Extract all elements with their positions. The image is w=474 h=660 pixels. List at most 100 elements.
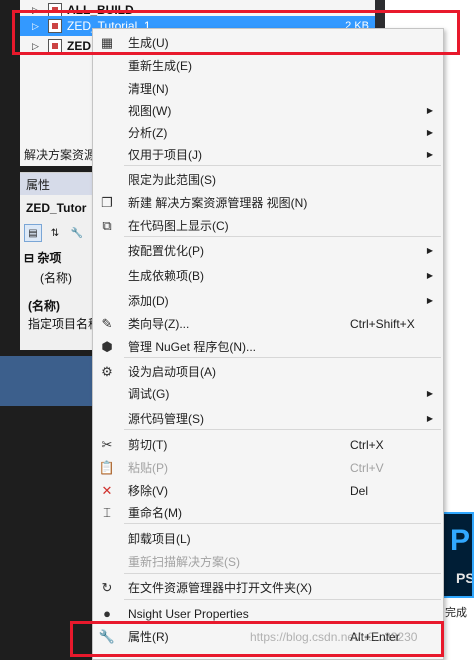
submenu-arrow-icon: ▶ [426, 389, 433, 398]
project-icon [48, 19, 62, 33]
menu-item-0[interactable]: ▦ 生成(U) [93, 31, 443, 54]
submenu-arrow-icon: ▶ [426, 414, 433, 423]
menu-item-18: 📋 粘贴(P) Ctrl+V [93, 456, 443, 479]
menu-item-label: 源代码管理(S) [128, 412, 204, 426]
menu-item-20[interactable]: ⌶ 重命名(M) [93, 501, 443, 524]
menu-item-label: 重新生成(E) [128, 59, 192, 73]
menu-item-8[interactable]: ⧉ 在代码图上显示(C) [93, 214, 443, 237]
menu-item-label: 设为启动项目(A) [128, 365, 216, 379]
menu-item-19[interactable]: ✕ 移除(V) Del [93, 479, 443, 502]
expand-arrow-icon[interactable]: ▷ [32, 21, 42, 32]
menu-item-label: 分析(Z) [128, 126, 168, 140]
menu-item-9[interactable]: 按配置优化(P) ▶ [93, 239, 443, 262]
refresh-arrow-icon: ↻ [101, 579, 113, 595]
properties-panel: 属性 ZED_Tutor ▤ ⇅ 🔧 ⊟ 杂项 (名称) (名称) 指定项目名称 [20, 172, 100, 350]
menu-item-label: 卸载项目(L) [128, 532, 191, 546]
menu-item-label: 重命名(M) [128, 506, 182, 520]
menu-item-shortcut: Ctrl+X [350, 437, 384, 452]
property-description-title: (名称) [28, 299, 60, 313]
properties-title: 属性 [20, 173, 95, 195]
paste-icon: 📋 [98, 459, 116, 475]
menu-item-label: 新建 解决方案资源管理器 视图(N) [128, 196, 308, 210]
submenu-arrow-icon: ▶ [426, 271, 433, 280]
context-menu: ▦ 生成(U) 重新生成(E) 清理(N) 视图(W) ▶ 分析(Z) ▶ 仅用于项目(J) ▶ 限… [92, 28, 444, 660]
solution-explorer-tab[interactable]: 解决方案资源 [24, 146, 96, 163]
menu-item-14[interactable]: ⚙ 设为启动项目(A) [93, 360, 443, 383]
wrench-icon: 🔧 [98, 628, 116, 644]
menu-item-12[interactable]: ✎ 类向导(Z)... Ctrl+Shift+X [93, 312, 443, 335]
menu-item-21[interactable]: 卸载项目(L) [93, 527, 443, 550]
menu-item-1[interactable]: 重新生成(E) [93, 54, 443, 77]
project-icon [48, 3, 62, 17]
submenu-arrow-icon: ▶ [426, 128, 433, 137]
menu-item-11[interactable]: 添加(D) ▶ [93, 289, 443, 312]
ps-caption: 完成 [445, 607, 467, 619]
photoshop-app-tile[interactable]: P PS [440, 512, 474, 598]
menu-item-label: 限定为此范围(S) [128, 173, 216, 187]
class-wizard-icon: ✎ [101, 315, 113, 331]
ps-sub-label: PS [456, 570, 474, 586]
menu-item-label: 生成依赖项(B) [128, 269, 204, 283]
menu-item-label: 添加(D) [128, 294, 169, 308]
menu-item-13[interactable]: ⬢ 管理 NuGet 程序包(N)... [93, 335, 443, 358]
menu-item-17[interactable]: ✂ 剪切(T) Ctrl+X [93, 433, 443, 456]
menu-separator [124, 165, 441, 166]
menu-item-15[interactable]: 调试(G) ▶ [93, 382, 443, 405]
gear-icon: ⚙ [101, 363, 113, 379]
nsight-icon: ● [103, 606, 111, 621]
new-view-icon: ❐ [101, 194, 113, 210]
menu-item-label: 在文件资源管理器中打开文件夹(X) [128, 581, 312, 595]
submenu-arrow-icon: ▶ [426, 296, 433, 305]
menu-item-16[interactable]: 源代码管理(S) ▶ [93, 407, 443, 430]
menu-item-2[interactable]: 清理(N) [93, 77, 443, 100]
menu-item-label: 按配置优化(P) [128, 244, 204, 258]
menu-item-label: 清理(N) [128, 82, 169, 96]
menu-item-label: Nsight User Properties [128, 606, 249, 621]
menu-item-label: 管理 NuGet 程序包(N)... [128, 340, 257, 354]
properties-object-name[interactable]: ZED_Tutor [26, 201, 86, 215]
menu-item-label: 生成(U) [128, 36, 169, 50]
menu-item-label: 剪切(T) [128, 438, 168, 452]
menu-separator [124, 429, 441, 430]
property-pages-icon[interactable]: 🔧 [68, 224, 86, 242]
menu-item-label: 仅用于项目(J) [128, 148, 202, 162]
ps-letter: P [450, 524, 471, 557]
menu-item-label: 移除(V) [128, 484, 168, 498]
menu-item-label: 调试(G) [128, 387, 170, 401]
submenu-arrow-icon: ▶ [426, 150, 433, 159]
expand-arrow-icon[interactable]: ▷ [32, 41, 42, 52]
watermark: https://blog.csdn.net/u0...33230 [250, 630, 418, 644]
menu-item-10[interactable]: 生成依赖项(B) ▶ [93, 264, 443, 287]
submenu-arrow-icon: ▶ [426, 106, 433, 115]
menu-separator [124, 622, 441, 623]
properties-toolbar: ▤ ⇅ 🔧 [22, 223, 94, 243]
menu-item-6[interactable]: 限定为此范围(S) [93, 168, 443, 191]
menu-item-label: 类向导(Z)... [128, 317, 190, 331]
menu-item-7[interactable]: ❐ 新建 解决方案资源管理器 视图(N) [93, 191, 443, 214]
menu-separator [124, 573, 441, 574]
menu-item-shortcut: Del [350, 483, 369, 498]
project-icon [48, 39, 62, 53]
submenu-arrow-icon: ▶ [426, 246, 433, 255]
tree-item-label: ZED [67, 39, 91, 53]
nuget-icon: ⬢ [101, 338, 113, 354]
sort-alpha-icon[interactable]: ⇅ [46, 224, 64, 242]
rename-icon: ⌶ [103, 504, 111, 520]
menu-item-23[interactable]: ↻ 在文件资源管理器中打开文件夹(X) [93, 576, 443, 599]
menu-separator [124, 236, 441, 237]
expand-arrow-icon[interactable]: ▷ [32, 5, 42, 16]
menu-separator [124, 523, 441, 524]
menu-item-3[interactable]: 视图(W) ▶ [93, 99, 443, 122]
menu-item-4[interactable]: 分析(Z) ▶ [93, 121, 443, 144]
menu-item-label: 在代码图上显示(C) [128, 219, 229, 233]
delete-icon: ✕ [101, 482, 113, 498]
property-category[interactable]: ⊟ 杂项 [24, 249, 61, 266]
menu-item-label: 视图(W) [128, 104, 172, 118]
scissors-icon: ✂ [101, 436, 113, 452]
categorized-icon[interactable]: ▤ [24, 224, 42, 242]
property-name-row[interactable]: (名称) [40, 269, 72, 286]
menu-item-5[interactable]: 仅用于项目(J) ▶ [93, 143, 443, 166]
menu-item-22: 重新扫描解决方案(S) [93, 550, 443, 573]
menu-item-label: 属性(R) [128, 630, 169, 644]
menu-item-label: 重新扫描解决方案(S) [128, 555, 240, 569]
